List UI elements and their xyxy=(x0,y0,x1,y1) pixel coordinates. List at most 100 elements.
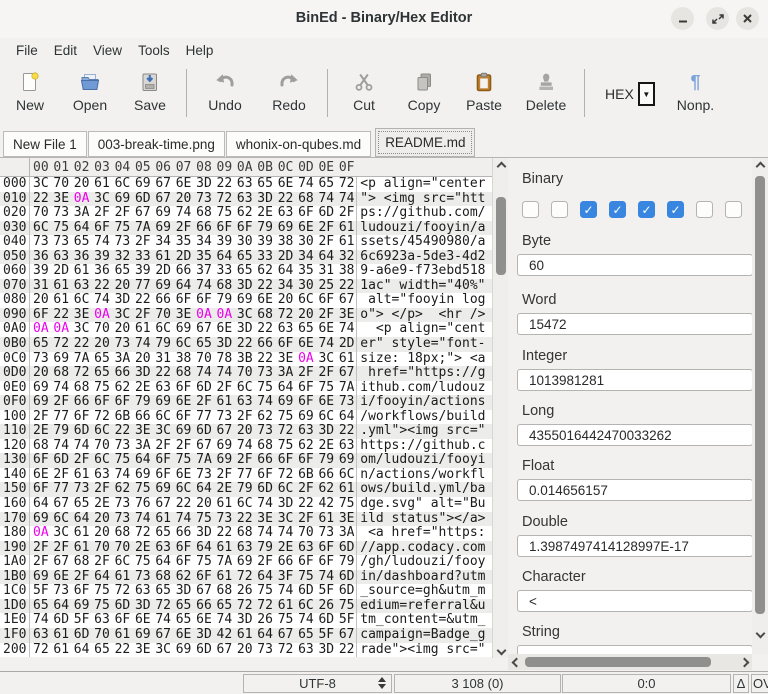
hex-byte[interactable]: 20 xyxy=(295,307,315,323)
hex-byte[interactable]: 69 xyxy=(214,453,234,468)
hex-byte[interactable]: 77 xyxy=(234,467,254,483)
hex-byte[interactable]: 67 xyxy=(152,627,172,643)
hex-byte[interactable]: 75 xyxy=(193,511,213,527)
ascii-preview[interactable]: <a href="https: xyxy=(356,526,485,541)
hex-byte[interactable]: 61 xyxy=(50,293,70,308)
hex-byte[interactable]: 65 xyxy=(295,627,315,643)
hex-byte[interactable]: 6C xyxy=(50,511,70,527)
hex-byte[interactable]: 3E xyxy=(50,191,70,207)
hex-byte[interactable]: 5F xyxy=(71,613,91,628)
hex-byte[interactable]: 61 xyxy=(336,351,356,367)
hex-byte[interactable]: 68 xyxy=(30,438,50,454)
hex-byte[interactable]: 35 xyxy=(295,264,315,279)
hex-byte[interactable]: 6E xyxy=(173,395,193,410)
hex-byte[interactable]: 69 xyxy=(152,220,172,236)
hex-byte[interactable]: 62 xyxy=(112,380,132,396)
hex-byte[interactable]: 75 xyxy=(275,409,295,425)
hex-byte[interactable]: 63 xyxy=(336,438,356,454)
ascii-preview[interactable]: in/dashboard?utm xyxy=(356,569,485,585)
hex-byte[interactable]: 61 xyxy=(315,511,335,527)
hex-byte[interactable]: 69 xyxy=(275,220,295,236)
hex-byte[interactable]: 75 xyxy=(112,220,132,236)
bit-checkbox-6[interactable] xyxy=(696,201,713,218)
hex-byte[interactable]: 2E xyxy=(214,482,234,497)
hex-byte[interactable]: 61 xyxy=(214,496,234,512)
hex-byte[interactable]: 66 xyxy=(173,264,193,279)
hex-byte[interactable]: 65 xyxy=(71,235,91,250)
hex-byte[interactable]: 69 xyxy=(152,395,172,410)
hex-byte[interactable]: 62 xyxy=(295,438,315,454)
hex-byte[interactable]: 3D xyxy=(112,293,132,308)
hex-byte[interactable]: 70 xyxy=(50,176,70,192)
hex-byte[interactable]: 36 xyxy=(91,264,111,279)
hex-byte[interactable]: 70 xyxy=(30,206,50,221)
hex-byte[interactable]: 30 xyxy=(295,235,315,250)
encoding-spinner[interactable] xyxy=(378,677,386,689)
hex-byte[interactable]: 69 xyxy=(234,555,254,570)
hex-byte[interactable]: 30 xyxy=(295,278,315,294)
hex-byte[interactable]: 20 xyxy=(112,322,132,337)
hex-byte[interactable]: 25 xyxy=(315,278,335,294)
hex-byte[interactable]: 74 xyxy=(315,336,335,352)
hex-byte[interactable]: 68 xyxy=(71,555,91,570)
hex-byte[interactable]: 74 xyxy=(91,235,111,250)
hex-byte[interactable]: 3D xyxy=(315,642,335,658)
hex-byte[interactable]: 68 xyxy=(193,206,213,221)
hex-byte[interactable]: 63 xyxy=(234,176,254,192)
hex-byte[interactable]: 33 xyxy=(214,264,234,279)
hex-byte[interactable]: 65 xyxy=(214,598,234,614)
hex-byte[interactable]: 6C xyxy=(91,424,111,439)
hex-byte[interactable]: 6C xyxy=(234,496,254,512)
hex-byte[interactable]: 6C xyxy=(112,176,132,192)
hex-byte[interactable]: 72 xyxy=(275,467,295,483)
hex-byte[interactable]: 3D xyxy=(193,176,213,192)
hex-byte[interactable]: 72 xyxy=(132,526,152,541)
hex-byte[interactable]: 69 xyxy=(132,467,152,483)
hex-byte[interactable]: 2F xyxy=(315,366,335,381)
hex-byte[interactable]: 6F xyxy=(315,540,335,556)
hex-byte[interactable]: 79 xyxy=(336,555,356,570)
hex-byte[interactable]: 34 xyxy=(193,235,213,250)
hex-byte[interactable]: 37 xyxy=(193,264,213,279)
hex-byte[interactable]: 7A xyxy=(214,555,234,570)
hex-byte[interactable]: 79 xyxy=(50,424,70,439)
hex-byte[interactable]: 2F xyxy=(50,540,70,556)
hex-byte[interactable]: 61 xyxy=(234,627,254,643)
hex-byte[interactable]: 6F xyxy=(295,453,315,468)
hex-byte[interactable]: 3E xyxy=(132,424,152,439)
ascii-preview[interactable]: campaign=Badge_g xyxy=(356,627,485,643)
bit-checkbox-5[interactable]: ✓ xyxy=(667,201,684,218)
hex-byte[interactable]: 6F xyxy=(152,453,172,468)
ascii-preview[interactable]: ows/build.yml/ba xyxy=(356,482,485,498)
hex-byte[interactable]: 69 xyxy=(173,322,193,337)
hex-byte[interactable]: 6F xyxy=(254,467,274,483)
hex-byte[interactable]: 20 xyxy=(91,336,111,352)
hex-byte[interactable]: 69 xyxy=(112,191,132,207)
hex-byte[interactable]: 64 xyxy=(30,496,50,512)
hex-byte[interactable]: 69 xyxy=(132,627,152,643)
hex-byte[interactable]: 64 xyxy=(132,453,152,468)
hex-byte[interactable]: 70 xyxy=(91,322,111,337)
hex-byte[interactable]: 39 xyxy=(132,264,152,279)
hex-byte[interactable]: 3D xyxy=(173,584,193,599)
hex-byte[interactable]: 72 xyxy=(275,642,295,658)
hex-byte[interactable]: 2F xyxy=(50,467,70,483)
tab-readme-md[interactable]: README.md xyxy=(375,128,476,157)
hex-byte[interactable]: 6C xyxy=(173,482,193,497)
hex-byte[interactable]: 3C xyxy=(50,526,70,541)
hex-byte[interactable]: 33 xyxy=(254,249,274,265)
hex-byte[interactable]: 2F xyxy=(173,220,193,236)
hex-byte[interactable]: 63 xyxy=(295,642,315,658)
hex-byte[interactable]: 69 xyxy=(234,293,254,308)
menu-item-tools[interactable]: Tools xyxy=(131,41,177,60)
bit-checkbox-4[interactable]: ✓ xyxy=(638,201,655,218)
hex-byte[interactable]: 6E xyxy=(173,467,193,483)
hex-byte[interactable]: 74 xyxy=(193,278,213,294)
hex-byte[interactable]: 3D xyxy=(275,496,295,512)
hex-byte[interactable]: 75 xyxy=(91,598,111,614)
hex-byte[interactable]: 65 xyxy=(234,264,254,279)
hex-byte[interactable]: 6E xyxy=(132,613,152,628)
hex-byte[interactable]: 64 xyxy=(254,627,274,643)
encoding-status[interactable]: UTF-8 xyxy=(243,674,392,693)
hex-byte[interactable]: 2D xyxy=(336,336,356,352)
